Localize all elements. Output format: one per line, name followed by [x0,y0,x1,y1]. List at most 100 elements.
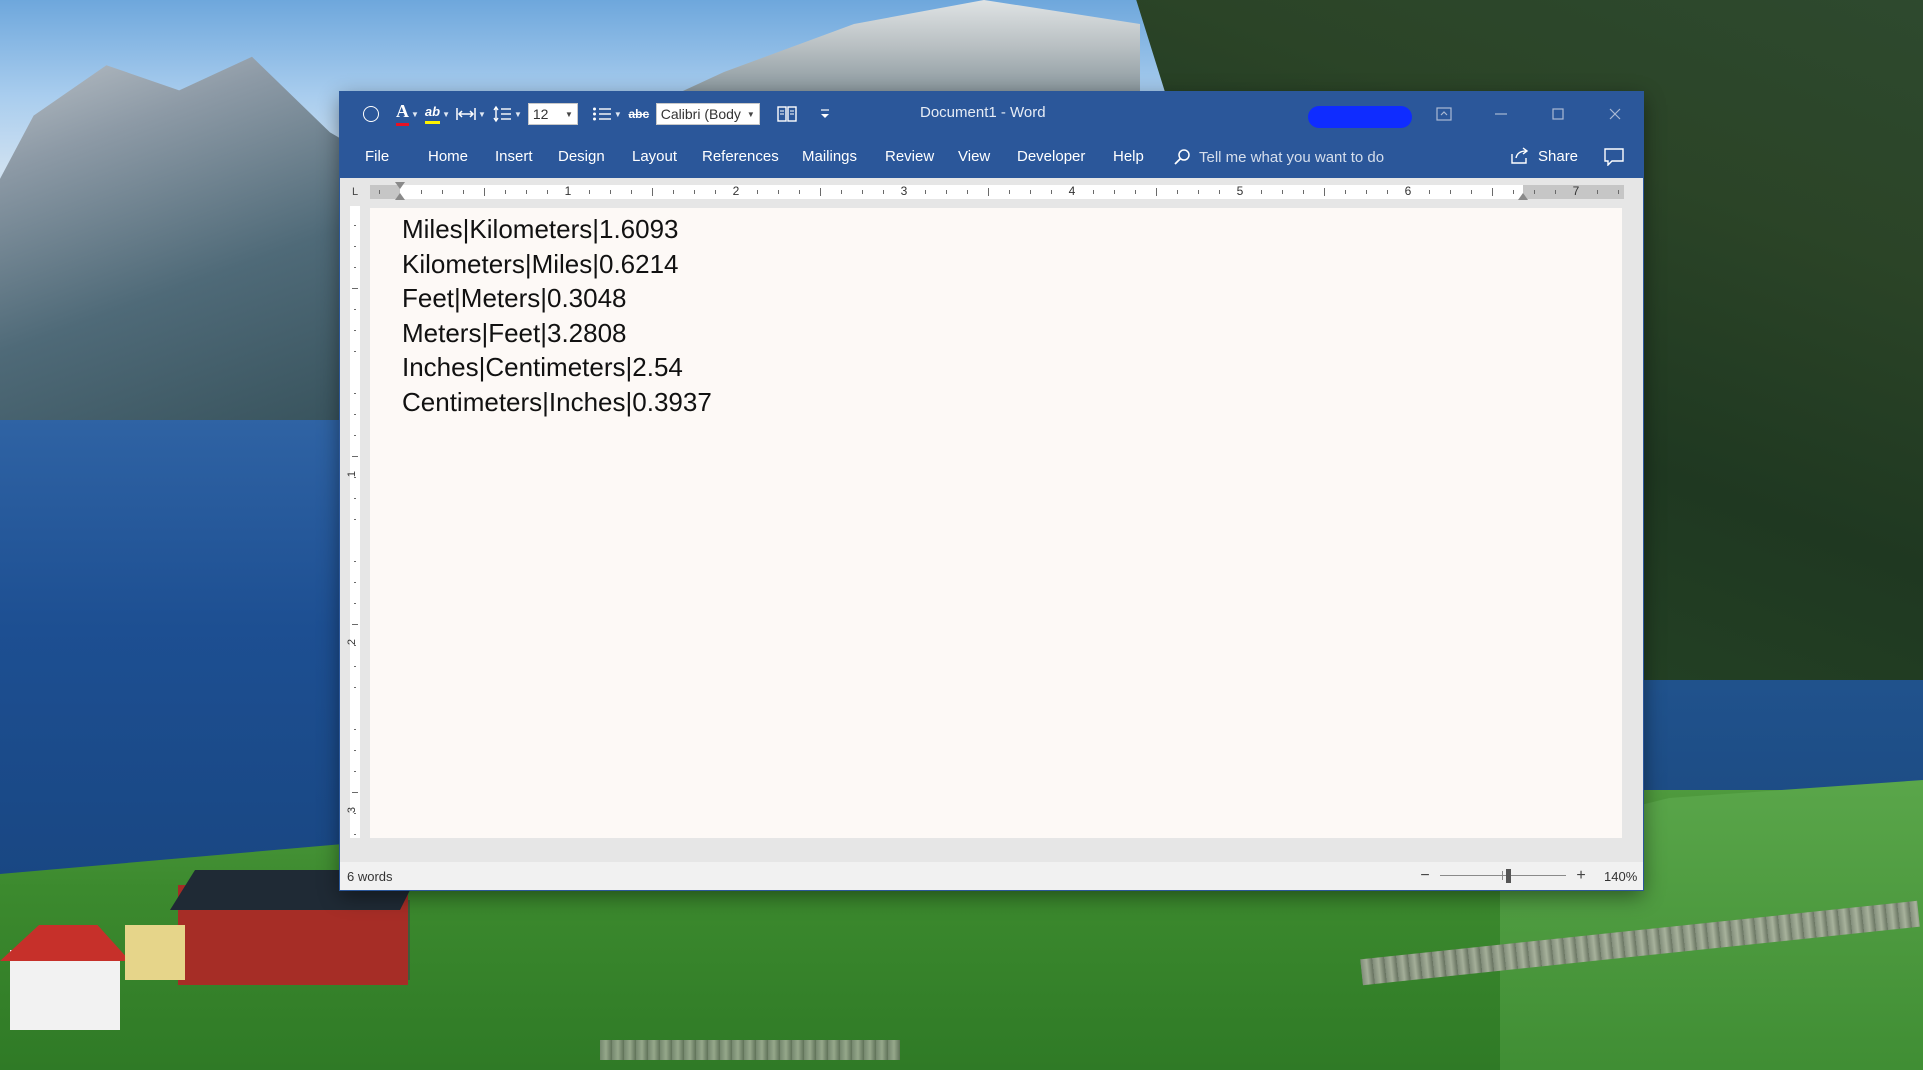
zoom-slider[interactable] [1440,866,1566,886]
ruler-tick [778,190,779,194]
tab-review[interactable]: Review [885,148,934,165]
chevron-down-icon[interactable]: ▼ [411,110,419,119]
ruler-strip[interactable]: 1 2 3 4 5 6 7 [370,182,1624,200]
ruler-tick [652,188,653,196]
zoom-out-button[interactable]: − [1418,867,1432,885]
ruler-tick [1093,190,1094,194]
vertical-ruler-tick [354,435,356,436]
word-count[interactable]: 6 words [347,869,393,884]
bullets-button[interactable]: ▼ [592,101,622,127]
user-account-redacted[interactable] [1308,106,1412,128]
maximize-button[interactable] [1529,92,1586,136]
right-indent-marker[interactable] [1518,193,1528,200]
ribbon-display-options-button[interactable] [1415,92,1472,136]
chevron-down-icon[interactable]: ▼ [565,110,573,119]
strikethrough-icon: abc [628,107,650,121]
vertical-ruler-tick [352,624,358,625]
vertical-ruler-tick [354,414,356,415]
zoom-percent[interactable]: 140% [1604,869,1637,884]
tab-developer[interactable]: Developer [1017,148,1085,165]
vertical-ruler-tick [354,729,356,730]
ruler-tick [526,190,527,194]
book-icon [777,106,797,122]
tab-selector-button[interactable]: L [348,185,362,199]
document-line[interactable]: Inches|Centimeters|2.54 [402,350,712,385]
tab-file[interactable]: File [365,148,389,165]
line-spacing-icon [493,105,511,123]
vertical-ruler-strip[interactable] [350,206,360,838]
zoom-in-button[interactable]: + [1574,867,1588,885]
vertical-ruler-number: 1 [346,470,359,478]
minimize-button[interactable] [1472,92,1529,136]
word-window: A ▼ ab ▼ ▼ ▼ 12 ▼ ▼ abc Calibri (Body ▼ … [340,92,1643,890]
comments-button[interactable] [1604,148,1624,171]
vertical-ruler-tick [354,330,356,331]
width-resize-button[interactable]: ▼ [456,101,486,127]
vertical-ruler-tick [354,582,356,583]
font-color-button[interactable]: A ▼ [396,101,419,127]
ruler-tick [1450,190,1451,194]
tab-mailings[interactable]: Mailings [802,148,857,165]
chevron-down-icon[interactable]: ▼ [747,110,755,119]
document-line[interactable]: Centimeters|Inches|0.3937 [402,385,712,420]
chevron-down-icon[interactable]: ▼ [614,110,622,119]
horizontal-resize-icon [456,108,476,120]
chevron-down-icon[interactable]: ▼ [514,110,522,119]
document-line[interactable]: Miles|Kilometers|1.6093 [402,212,712,247]
ribbon-display-icon [1435,107,1452,121]
read-mode-button[interactable] [776,101,798,127]
ruler-tick [1534,190,1535,194]
highlight-button[interactable]: ab ▼ [424,101,450,127]
tab-insert[interactable]: Insert [495,148,533,165]
share-button[interactable]: Share [1510,147,1578,165]
vertical-ruler-tick [354,771,356,772]
bullet-list-icon [592,107,611,121]
chevron-down-icon[interactable]: ▼ [442,110,450,119]
tell-me-search[interactable]: Tell me what you want to do [1173,148,1384,166]
ruler-tick [379,190,380,194]
quick-access-toolbar: A ▼ ab ▼ ▼ ▼ 12 ▼ ▼ abc Calibri (Body ▼ [360,100,836,128]
font-name-select[interactable]: Calibri (Body ▼ [655,103,760,125]
document-line[interactable]: Meters|Feet|3.2808 [402,316,712,351]
tab-design[interactable]: Design [558,148,605,165]
share-icon [1511,147,1529,164]
chevron-down-icon[interactable]: ▼ [478,110,486,119]
ruler-tick [946,190,947,194]
autosave-toggle[interactable] [360,101,382,127]
ruler-tick [547,190,548,194]
close-button[interactable] [1586,92,1643,136]
document-line[interactable]: Feet|Meters|0.3048 [402,281,712,316]
first-line-indent-marker[interactable] [395,182,405,189]
ruler-tick [1009,190,1010,194]
font-name-value: Calibri (Body [660,106,741,122]
wallpaper-house [10,950,120,1030]
vertical-ruler-tick [354,267,356,268]
hanging-indent-marker[interactable] [395,193,405,200]
tab-layout[interactable]: Layout [632,148,677,165]
line-spacing-button[interactable]: ▼ [492,101,522,127]
tab-view[interactable]: View [958,148,990,165]
tab-references[interactable]: References [702,148,779,165]
customize-qat-button[interactable] [814,101,836,127]
document-body[interactable]: Miles|Kilometers|1.6093 Kilometers|Miles… [402,212,712,419]
ruler-tick [988,188,989,196]
zoom-slider-thumb[interactable] [1506,869,1511,883]
ruler-number: 2 [732,184,740,198]
ruler-tick [1387,190,1388,194]
highlighter-icon: ab [424,104,441,124]
document-page[interactable]: Miles|Kilometers|1.6093 Kilometers|Miles… [370,208,1622,838]
wallpaper-house [125,925,185,980]
lightbulb-search-icon [1174,149,1190,165]
ruler-tick [1324,188,1325,196]
ruler-tick [862,190,863,194]
font-size-select[interactable]: 12 ▼ [527,103,578,125]
ruler-tick [799,190,800,194]
ruler-tick [841,190,842,194]
ruler-tick [484,188,485,196]
vertical-ruler-tick [354,603,356,604]
tab-help[interactable]: Help [1113,148,1144,165]
ruler-tick [715,190,716,194]
document-line[interactable]: Kilometers|Miles|0.6214 [402,247,712,282]
tab-home[interactable]: Home [428,148,468,165]
strikethrough-button[interactable]: abc [628,101,650,127]
